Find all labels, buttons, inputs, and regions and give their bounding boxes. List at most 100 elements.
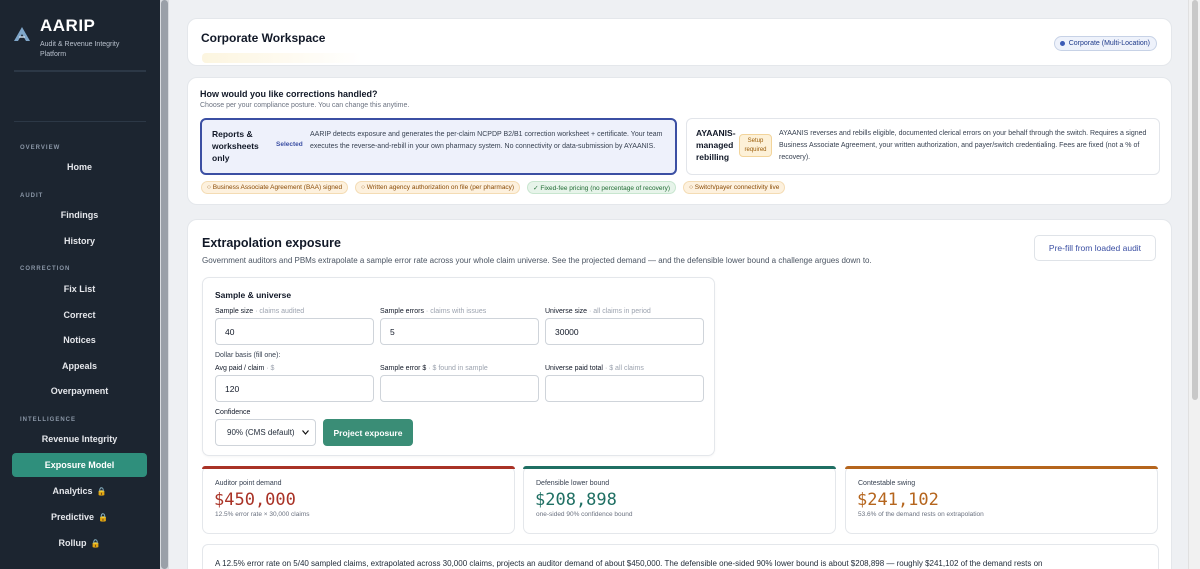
corrections-panel: How would you like corrections handled? … xyxy=(187,77,1172,205)
sample-universe-form: Sample & universe Sample size · claims a… xyxy=(202,277,715,456)
workspace-header: Corporate Workspace Corporate (Multi-Loc… xyxy=(187,18,1172,66)
chip-connectivity: ○ Switch/payer connectivity live xyxy=(683,181,786,194)
universe-size-label: Universe size · all claims in period xyxy=(545,308,651,315)
exposure-panel: Extrapolation exposure Government audito… xyxy=(187,219,1172,569)
requirements-chips: ○ Business Associate Agreement (BAA) sig… xyxy=(201,181,786,194)
scrollbar-thumb[interactable] xyxy=(161,0,168,569)
brand[interactable]: AARIP Audit & Revenue Integrity Platform xyxy=(12,16,140,60)
workspace-badge-label: Corporate (Multi-Location) xyxy=(1068,40,1150,47)
prefill-button[interactable]: Pre-fill from loaded audit xyxy=(1034,235,1156,261)
universe-size-input[interactable]: 30000 xyxy=(545,318,704,345)
sample-error-dollar-input[interactable] xyxy=(380,375,539,402)
section-overview: OVERVIEW xyxy=(20,145,61,151)
corrections-subtitle: Choose per your compliance posture. You … xyxy=(200,102,410,109)
universe-paid-input[interactable] xyxy=(545,375,704,402)
status-dot-icon xyxy=(1059,41,1065,46)
selected-tag: Selected xyxy=(276,141,303,148)
main-scrollbar[interactable] xyxy=(1188,0,1200,569)
metric-accent-bar xyxy=(523,466,836,469)
scrollbar-thumb[interactable] xyxy=(1192,0,1198,400)
sample-error-dollar-label: Sample error $ · $ found in sample xyxy=(380,365,488,372)
sidebar-item-label: Revenue Integrity xyxy=(41,434,118,444)
sidebar-scrollbar[interactable] xyxy=(160,0,169,569)
brand-title: AARIP xyxy=(40,16,96,35)
chip-authorization: ○ Written agency authorization on file (… xyxy=(355,181,521,194)
sidebar-item-label: Analytics xyxy=(52,486,93,496)
logo-icon xyxy=(14,27,30,41)
section-intelligence: INTELLIGENCE xyxy=(20,417,77,423)
dollar-basis-label: Dollar basis (fill one): xyxy=(215,352,281,359)
sample-errors-input[interactable]: 5 xyxy=(380,318,539,345)
chip-fixed-fee: ✓ Fixed-fee pricing (no percentage of re… xyxy=(527,181,677,194)
metric-point-demand: Auditor point demand $450,000 12.5% erro… xyxy=(202,466,515,534)
sidebar-item-fix-list[interactable]: Fix List xyxy=(12,277,147,301)
confidence-value: 90% (CMS default) xyxy=(227,428,295,437)
sample-size-input[interactable]: 40 xyxy=(215,318,374,345)
sidebar-item-label: Rollup xyxy=(58,538,87,548)
workspace-badge[interactable]: Corporate (Multi-Location) xyxy=(1053,36,1157,51)
page-title: Corporate Workspace xyxy=(201,31,326,45)
sidebar-item-findings[interactable]: Findings xyxy=(12,203,147,227)
brand-subtitle: Audit & Revenue Integrity Platform xyxy=(40,41,120,58)
sidebar-panel xyxy=(14,70,146,122)
chip-baa: ○ Business Associate Agreement (BAA) sig… xyxy=(201,181,349,194)
sidebar-item-exposure-model[interactable]: Exposure Model xyxy=(12,453,147,477)
title-highlight xyxy=(202,53,362,63)
setup-required-tag: Setup required xyxy=(739,134,772,157)
metric-accent-bar xyxy=(845,466,1158,469)
sidebar: AARIP Audit & Revenue Integrity Platform… xyxy=(0,0,160,569)
sidebar-item-label: History xyxy=(63,236,95,246)
sidebar-item-label: Predictive xyxy=(51,512,95,522)
sidebar-item-home[interactable]: Home xyxy=(12,155,147,179)
option-reports-only[interactable]: Reports & worksheets only Selected AARIP… xyxy=(200,118,677,175)
confidence-select[interactable]: 90% (CMS default) xyxy=(215,419,316,446)
sidebar-item-label: Correct xyxy=(63,310,96,320)
metric-label: Defensible lower bound xyxy=(536,480,610,487)
lock-icon: 🔒 xyxy=(98,512,108,522)
metric-value: $208,898 xyxy=(535,490,617,510)
sidebar-item-predictive[interactable]: Predictive 🔒 xyxy=(12,505,147,529)
confidence-label: Confidence xyxy=(215,409,251,416)
universe-paid-label: Universe paid total · $ all claims xyxy=(545,365,644,372)
project-exposure-button[interactable]: Project exposure xyxy=(323,419,413,446)
metric-value: $241,102 xyxy=(857,490,939,510)
sample-errors-label: Sample errors · claims with issues xyxy=(380,308,487,315)
metric-label: Contestable swing xyxy=(858,480,916,487)
option-managed-rebilling[interactable]: AYAANIS-managed rebilling Setup required… xyxy=(686,118,1160,175)
metric-subtext: one-sided 90% confidence bound xyxy=(536,511,633,518)
lock-icon: 🔒 xyxy=(96,486,107,496)
sidebar-item-notices[interactable]: Notices xyxy=(12,328,147,352)
option-description: AARIP detects exposure and generates the… xyxy=(310,131,663,150)
metric-lower-bound: Defensible lower bound $208,898 one-side… xyxy=(523,466,836,534)
metric-accent-bar xyxy=(202,466,515,469)
metric-value: $450,000 xyxy=(214,490,296,510)
section-audit: AUDIT xyxy=(20,193,44,199)
sidebar-item-overpayment[interactable]: Overpayment xyxy=(12,379,147,403)
exposure-title: Extrapolation exposure xyxy=(202,236,341,250)
avg-paid-label: Avg paid / claim · $ xyxy=(215,365,275,372)
sample-size-label: Sample size · claims audited xyxy=(215,308,305,315)
sidebar-item-label: Appeals xyxy=(61,361,97,371)
sidebar-item-appeals[interactable]: Appeals xyxy=(12,354,147,378)
sidebar-item-label: Findings xyxy=(60,210,99,220)
corrections-title: How would you like corrections handled? xyxy=(200,89,378,99)
option-title: Reports & worksheets only xyxy=(212,129,259,163)
sidebar-item-correct[interactable]: Correct xyxy=(12,303,147,327)
lock-icon: 🔒 xyxy=(90,538,101,548)
sidebar-item-rollup[interactable]: Rollup 🔒 xyxy=(12,531,147,555)
sidebar-item-label: Exposure Model xyxy=(44,460,115,470)
chevron-down-icon xyxy=(302,430,309,435)
section-correction: CORRECTION xyxy=(20,266,71,272)
sidebar-item-label: Overpayment xyxy=(50,386,109,396)
sidebar-item-analytics[interactable]: Analytics 🔒 xyxy=(12,479,147,503)
option-description: AYAANIS reverses and rebills eligible, d… xyxy=(779,130,1147,161)
avg-paid-input[interactable]: 120 xyxy=(215,375,374,402)
metric-contestable-swing: Contestable swing $241,102 53.6% of the … xyxy=(845,466,1158,534)
sidebar-item-history[interactable]: History xyxy=(12,229,147,253)
metric-subtext: 12.5% error rate × 30,000 claims xyxy=(215,511,310,518)
metric-label: Auditor point demand xyxy=(215,480,282,487)
exposure-summary: A 12.5% error rate on 5/40 sampled claim… xyxy=(202,544,1159,569)
exposure-subtitle: Government auditors and PBMs extrapolate… xyxy=(202,256,872,265)
sidebar-item-revenue-integrity[interactable]: Revenue Integrity xyxy=(12,427,147,451)
sidebar-item-label: Fix List xyxy=(63,284,96,294)
